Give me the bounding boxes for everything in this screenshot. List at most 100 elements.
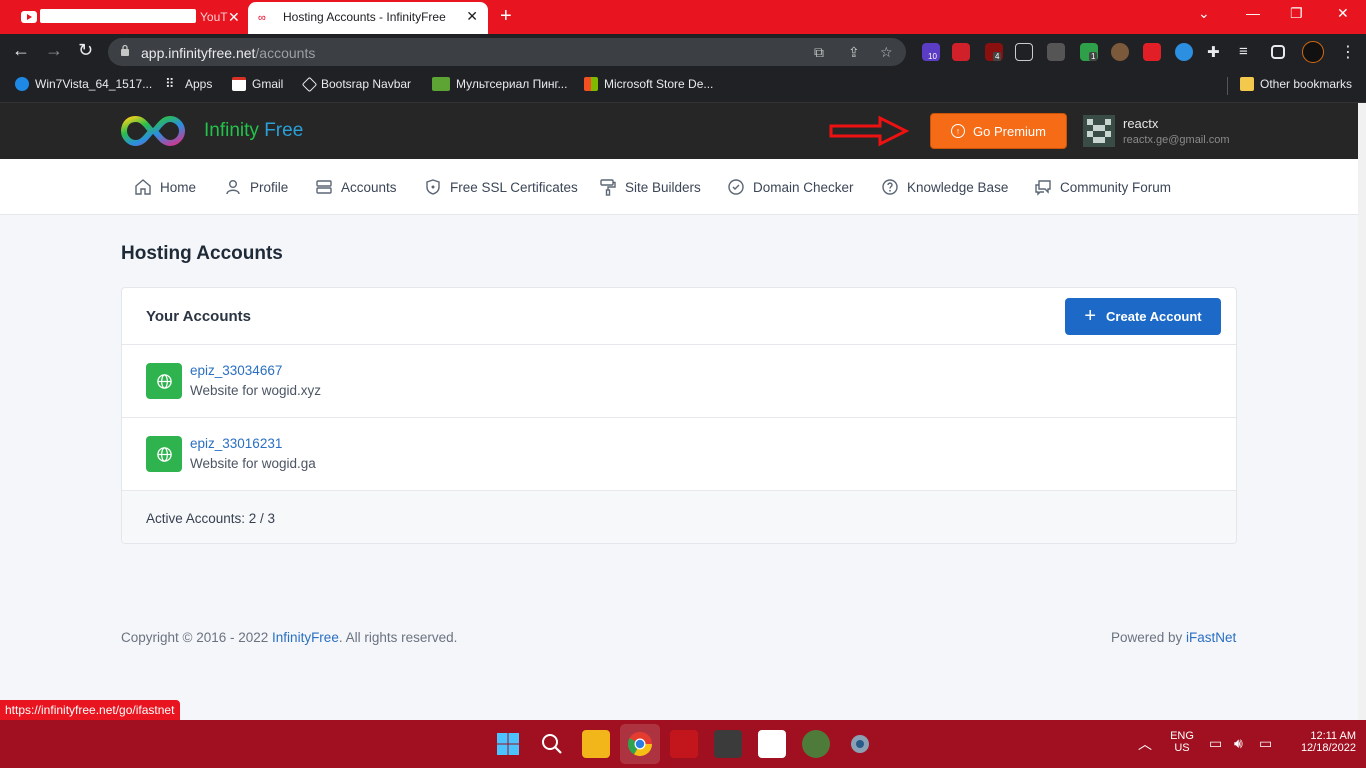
tray-chevron-icon[interactable]: ︿: [1138, 734, 1152, 754]
filezilla-icon[interactable]: [670, 730, 698, 758]
extension-icon[interactable]: [952, 43, 970, 61]
shield-icon: [426, 179, 440, 195]
microsoft-icon: [584, 77, 598, 91]
minimize-icon[interactable]: —: [1246, 5, 1260, 21]
tab-hosting-accounts[interactable]: ∞ Hosting Accounts - InfinityFree ✕: [248, 2, 488, 34]
tab-title: YouT: [200, 10, 228, 24]
bookmark-item[interactable]: Bootsrap Navbar: [301, 76, 411, 92]
arrow-up-circle-icon: ↑: [951, 124, 966, 138]
language-indicator[interactable]: ENG US: [1166, 730, 1198, 754]
mask-icon[interactable]: [1175, 43, 1193, 61]
account-description: Website for wogid.ga: [190, 456, 316, 471]
infinityfree-link[interactable]: InfinityFree: [272, 630, 339, 645]
avatar[interactable]: [1083, 115, 1115, 147]
translate-icon[interactable]: ⧉: [814, 44, 824, 61]
sidepanel-icon[interactable]: [1271, 45, 1285, 59]
youtube-icon: [21, 11, 37, 23]
brand-name[interactable]: Infinity Free: [204, 120, 303, 142]
bookmark-item[interactable]: Мультсериал Пинг...: [432, 77, 567, 91]
bookmark-item[interactable]: ⠿ Apps: [165, 77, 212, 92]
globe-icon: [146, 436, 182, 472]
gmail-icon: [232, 77, 246, 91]
profile-avatar[interactable]: [1302, 41, 1324, 63]
account-row[interactable]: epiz_33034667 Website for wogid.xyz: [122, 344, 1236, 417]
nav-item-accounts[interactable]: Accounts: [315, 178, 397, 196]
nav-item-community-forum[interactable]: Community Forum: [1034, 178, 1171, 196]
url-text: app.infinityfree.net/accounts: [141, 45, 316, 61]
account-description: Website for wogid.xyz: [190, 383, 322, 398]
account-username-link[interactable]: epiz_33016231: [190, 436, 282, 451]
other-bookmarks[interactable]: Other bookmarks: [1240, 77, 1352, 91]
cookie-icon[interactable]: [1111, 43, 1129, 61]
chrome-icon[interactable]: [626, 730, 654, 758]
nav-item-free-ssl[interactable]: Free SSL Certificates: [424, 178, 578, 196]
bookmark-item[interactable]: Win7Vista_64_1517...: [15, 77, 152, 91]
tab-title: Hosting Accounts - InfinityFree: [283, 10, 446, 24]
restore-icon[interactable]: ❐: [1290, 5, 1303, 22]
more-menu-icon[interactable]: ⋮: [1340, 42, 1356, 62]
search-icon[interactable]: [538, 730, 566, 758]
site-header: Infinity Free ↑ Go Premium reactx reactx…: [0, 103, 1358, 159]
ifastnet-link[interactable]: iFastNet: [1186, 630, 1236, 645]
hd-icon: [432, 77, 450, 91]
close-tab-icon[interactable]: ✕: [466, 8, 478, 25]
settings-gear-icon[interactable]: [846, 730, 874, 758]
close-tab-icon[interactable]: ✕: [228, 9, 240, 26]
codepen-icon: [301, 76, 318, 92]
divider: [1227, 77, 1228, 95]
image-icon[interactable]: [1015, 43, 1033, 61]
extension-icon[interactable]: 10: [922, 43, 940, 61]
lock-icon: [121, 44, 129, 56]
go-premium-button[interactable]: ↑ Go Premium: [930, 113, 1067, 149]
account-username-link[interactable]: epiz_33034667: [190, 363, 282, 378]
tv-icon[interactable]: [1143, 43, 1161, 61]
media-queue-icon[interactable]: ≡: [1239, 43, 1248, 60]
ublock-icon[interactable]: 4: [985, 43, 1003, 61]
user-name[interactable]: reactx: [1123, 116, 1158, 131]
shield-extension-icon[interactable]: 1: [1080, 43, 1098, 61]
infinityfree-logo-icon[interactable]: [120, 115, 186, 147]
user-email: reactx.ge@gmail.com: [1123, 134, 1230, 146]
forward-icon[interactable]: →: [45, 40, 63, 61]
clock[interactable]: 12:11 AM 12/18/2022: [1288, 730, 1356, 754]
nav-item-domain-checker[interactable]: Domain Checker: [727, 178, 854, 196]
main-nav: Home Profile Accounts Free SSL Certifica…: [0, 159, 1358, 215]
paint-roller-icon: [600, 179, 616, 196]
check-circle-icon: [728, 179, 744, 195]
server-icon: [316, 180, 332, 194]
nav-item-profile[interactable]: Profile: [224, 178, 288, 196]
page-scrollbar[interactable]: [1358, 103, 1366, 720]
frog-app-icon[interactable]: [802, 730, 830, 758]
microsoft-store-icon[interactable]: [758, 730, 786, 758]
robot-icon[interactable]: [1047, 43, 1065, 61]
globe-icon: [146, 363, 182, 399]
bookmark-item[interactable]: Microsoft Store De...: [584, 77, 713, 91]
reload-icon[interactable]: ↻: [78, 40, 93, 61]
nav-item-knowledge-base[interactable]: Knowledge Base: [881, 178, 1008, 196]
chat-icon: [1035, 180, 1051, 196]
card-footer: Active Accounts: 2 / 3: [122, 490, 1236, 543]
bookmark-star-icon[interactable]: ☆: [880, 44, 893, 61]
infinityfree-favicon-icon: ∞: [258, 12, 266, 24]
puzzle-extensions-icon[interactable]: ✚: [1207, 43, 1220, 61]
window-close-icon[interactable]: ✕: [1337, 5, 1349, 22]
battery-icon[interactable]: ▭: [1259, 735, 1272, 752]
create-account-button[interactable]: + Create Account: [1065, 298, 1221, 335]
file-explorer-icon[interactable]: [582, 730, 610, 758]
back-icon[interactable]: ←: [12, 40, 30, 61]
bookmark-item[interactable]: Gmail: [232, 77, 283, 91]
volume-icon[interactable]: 🔊︎: [1234, 735, 1243, 752]
sublime-text-icon[interactable]: [714, 730, 742, 758]
tab-search-chevron-icon[interactable]: ⌄: [1198, 5, 1210, 22]
network-icon[interactable]: ▭: [1209, 735, 1222, 752]
new-tab-icon[interactable]: +: [500, 5, 512, 28]
tab-youtube[interactable]: YouT ✕: [8, 0, 244, 34]
nav-item-site-builders[interactable]: Site Builders: [599, 178, 701, 196]
browser-toolbar: ← → ↻ app.infinityfree.net/accounts ⧉ ⇪ …: [0, 34, 1366, 70]
nav-item-home[interactable]: Home: [134, 178, 196, 196]
share-icon[interactable]: ⇪: [848, 44, 860, 61]
address-bar[interactable]: app.infinityfree.net/accounts ⧉ ⇪ ☆: [108, 38, 906, 66]
account-row[interactable]: epiz_33016231 Website for wogid.ga: [122, 417, 1236, 490]
active-accounts-count: Active Accounts: 2 / 3: [146, 511, 276, 526]
windows-start-icon[interactable]: [494, 730, 522, 758]
